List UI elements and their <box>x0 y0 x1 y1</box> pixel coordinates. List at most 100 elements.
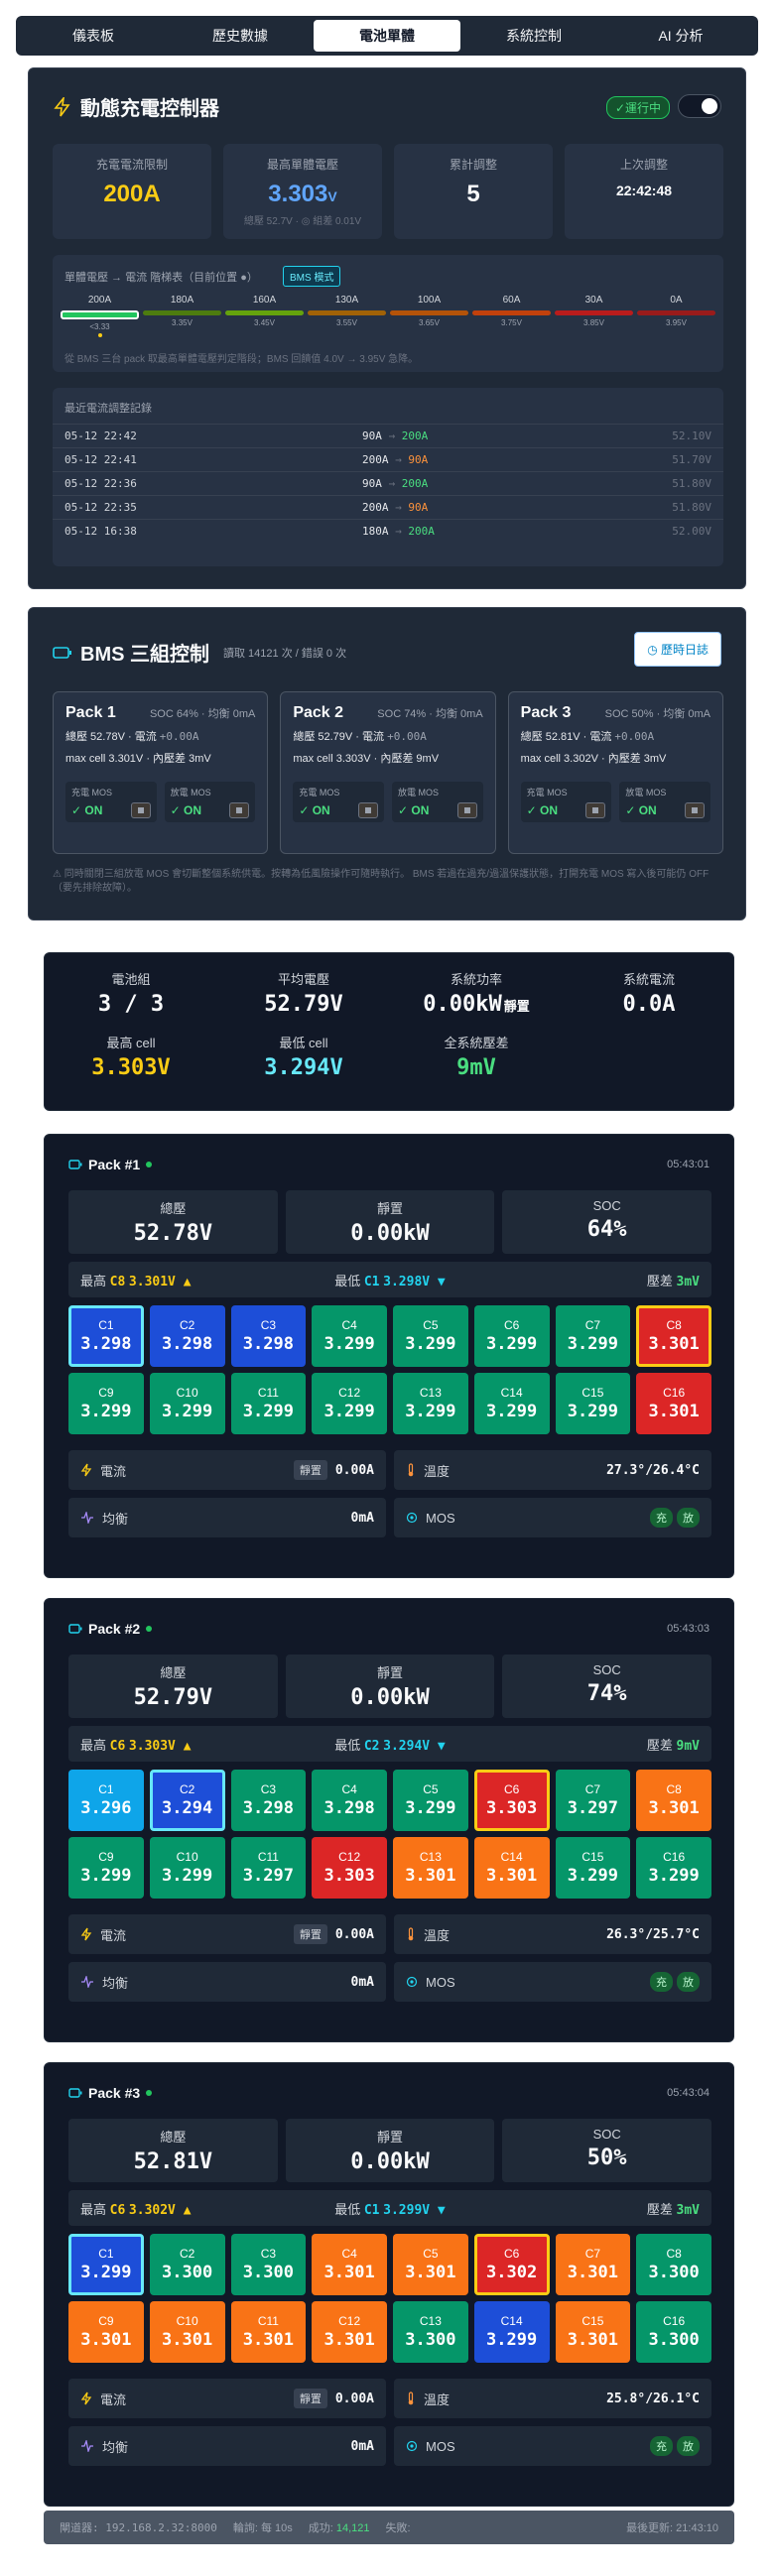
pack-soc: SOC 74% · 均衡 0mA <box>377 708 483 720</box>
mos-off-button[interactable] <box>456 802 477 818</box>
cell-grid: C1 3.298 C2 3.298 C3 3.298 C4 3.299 C5 3.299 C6 3.2… <box>68 1305 711 1434</box>
cell-tile: C8 3.300 <box>636 2234 711 2295</box>
step-voltage: 3.45V <box>254 318 275 327</box>
pack-time: 05:43:01 <box>667 1159 710 1170</box>
mos-on-status: ✓ ON <box>625 803 657 817</box>
charge-stat-card: 上次調整 22:42:48 <box>565 144 723 239</box>
balance-box: 均衡 0mA <box>68 2426 386 2466</box>
online-dot <box>146 2090 153 2096</box>
charge-stat-card: 最高單體電壓 3.303V 總壓 52.7V · ◎ 組差 0.01V <box>223 144 382 239</box>
log-row: 05-12 22:41 200A → 90A 51.70V <box>53 447 723 471</box>
nav-tab[interactable]: 儀表板 <box>20 20 167 52</box>
lightning-icon <box>80 1463 92 1477</box>
ladder-step: 60A 3.75V <box>472 295 551 337</box>
history-log-button[interactable]: ◷ 歷時日誌 <box>634 632 721 667</box>
mos-off-button[interactable] <box>685 802 705 818</box>
summary-cell: 最低 cell 3.294V <box>264 1036 343 1080</box>
pack-name: Pack 2 <box>293 704 344 721</box>
step-current: 100A <box>417 295 442 306</box>
step-current: 30A <box>584 295 603 306</box>
online-dot <box>146 1162 153 1167</box>
mos-on-status: ✓ ON <box>299 803 330 817</box>
thermometer-icon <box>408 1463 414 1477</box>
lightning-icon <box>80 1927 92 1941</box>
mos-on-status: ✓ ON <box>398 803 430 817</box>
ladder-step: 0A 3.95V <box>637 295 715 337</box>
charge-mos-control: 充電 MOS ✓ ON <box>65 782 157 822</box>
ladder-step: 160A 3.45V <box>225 295 304 337</box>
cell-tile: C7 3.297 <box>555 1770 631 1831</box>
stat-value: 200A <box>103 181 161 207</box>
power: 靜置 0.00kW <box>285 1655 495 1718</box>
step-bar <box>225 310 304 315</box>
cell-tile: C9 3.301 <box>68 2301 144 2363</box>
battery-icon <box>68 2088 82 2098</box>
summary-cell: 系統功率 0.00kW 靜置 <box>423 972 530 1017</box>
power: 靜置 0.00kW <box>285 1190 495 1254</box>
pack-cell-line: max cell 3.302V · 內壓差 3mV <box>520 753 667 765</box>
last-updated: 最後更新: 21:43:10 <box>626 2522 718 2534</box>
ladder-step: 30A 3.85V <box>555 295 633 337</box>
current-box: 電流 靜置 0.00A <box>68 1450 386 1490</box>
mos-off-button[interactable] <box>358 802 378 818</box>
charge-stat-card: 充電電流限制 200A <box>53 144 211 239</box>
charge-stat-card: 累計調整 5 <box>394 144 553 239</box>
thermometer-icon <box>408 1927 414 1941</box>
step-current: 160A <box>252 295 277 306</box>
nav-tab[interactable]: 歷史數據 <box>167 20 314 52</box>
charge-mos-badge: 充 <box>650 2436 673 2456</box>
mos-on-status: ✓ ON <box>526 803 559 817</box>
step-current: 0A <box>670 295 683 306</box>
success-count: 成功: 14,121 <box>308 2522 370 2534</box>
gateway-address: 閘道器: 192.168.2.32:8000 <box>60 2521 217 2534</box>
charge-header: 動態充電控制器 <box>53 92 219 121</box>
mos-off-button[interactable] <box>229 802 250 818</box>
power: 靜置 0.00kW <box>285 2119 495 2182</box>
bms-title: BMS 三組控制 <box>80 644 209 666</box>
cell-tile: C6 3.299 <box>473 1305 550 1367</box>
online-dot <box>146 1626 153 1632</box>
stat-label: 上次調整 <box>619 158 668 172</box>
pack-title: Pack #2 <box>88 1621 141 1637</box>
ladder-title: 單體電壓 → 電流 階梯表（目前位置 ●） <box>64 272 258 284</box>
step-voltage: <3.33 <box>89 322 110 331</box>
cell-tile: C10 3.299 <box>149 1837 225 1899</box>
mos-box: MOS 充放 <box>394 2426 711 2466</box>
step-voltage: 3.65V <box>419 318 440 327</box>
cell-tile: C14 3.301 <box>473 1837 550 1899</box>
cell-tile: C5 3.299 <box>393 1305 468 1367</box>
charge-mos-badge: 充 <box>650 1972 673 1992</box>
cell-tile: C15 3.299 <box>555 1373 631 1434</box>
nav-tab[interactable]: 電池單體 <box>314 20 460 52</box>
mos-off-button[interactable] <box>585 802 606 818</box>
activity-icon <box>81 1976 93 1988</box>
balance-box: 均衡 0mA <box>68 1962 386 2002</box>
status-footer: 閘道器: 192.168.2.32:8000 輪詢: 每 10s 成功: 14,… <box>44 2511 734 2544</box>
log-row: 05-12 22:35 200A → 90A 51.80V <box>53 495 723 519</box>
temperature-box: 溫度 25.8°/26.1°C <box>394 2379 711 2418</box>
pack-title: Pack #1 <box>88 1157 141 1172</box>
summary-cell: 系統電流 0.0A <box>622 972 676 1017</box>
log-row: 05-12 22:42 90A → 200A 52.10V <box>53 424 723 447</box>
ladder-note: 從 BMS 三台 pack 取最高單體電壓判定階段；BMS 回饋值 4.0V →… <box>64 354 419 365</box>
pack-voltage-line: 總壓 52.78V · 電流 +0.00A <box>65 730 199 743</box>
cell-tile: C5 3.301 <box>393 2234 468 2295</box>
step-bar <box>637 310 715 315</box>
cell-tile: C1 3.298 <box>68 1305 144 1367</box>
nav-tab[interactable]: 系統控制 <box>460 20 607 52</box>
cell-tile: C6 3.303 <box>473 1770 550 1831</box>
current-box: 電流 靜置 0.00A <box>68 2379 386 2418</box>
discharge-mos-control: 放電 MOS ✓ ON <box>619 782 710 822</box>
running-status-badge: ✓運行中 <box>605 96 670 119</box>
total-voltage: 總壓 52.79V <box>68 1655 278 1718</box>
mos-on-status: ✓ ON <box>71 803 103 817</box>
mos-off-button[interactable] <box>130 802 151 818</box>
cell-extremes: 最高 C6 3.303V ▲ 最低 C2 3.294V ▼ 壓差 9mV <box>68 1726 711 1762</box>
cell-tile: C15 3.301 <box>555 2301 631 2363</box>
pack-voltage-line: 總壓 52.81V · 電流 +0.00A <box>520 730 655 743</box>
bms-pack-card: Pack 3 SOC 50% · 均衡 0mA 總壓 52.81V · 電流 +0.… <box>507 691 723 854</box>
controller-toggle[interactable] <box>678 94 721 118</box>
nav-tab[interactable]: AI 分析 <box>607 20 754 52</box>
stat-label: 最高單體電壓 <box>266 158 338 172</box>
bms-header: BMS 三組控制 讀取 14121 次 / 錯誤 0 次 <box>53 638 346 667</box>
